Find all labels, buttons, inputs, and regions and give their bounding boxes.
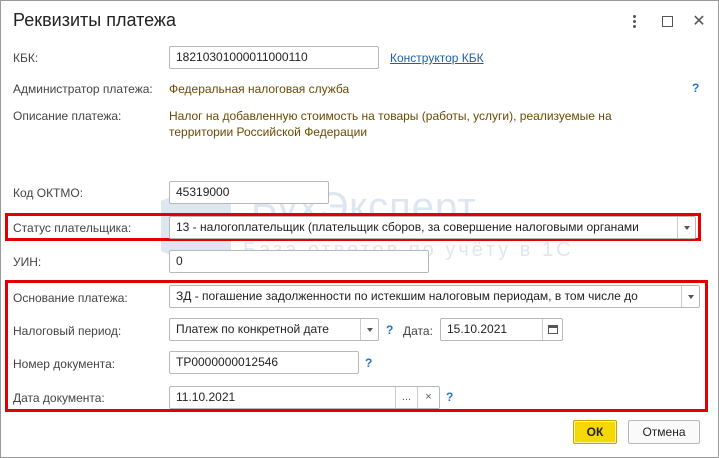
tax-period-date-label: Дата: <box>403 324 433 338</box>
kbk-value: 18210301000011000110 <box>176 50 308 64</box>
oktmo-value: 45319000 <box>176 185 230 199</box>
ok-button[interactable]: ОК <box>573 420 617 444</box>
kbk-constructor-link[interactable]: Конструктор КБК <box>390 51 484 65</box>
basis-value: ЗД - погашение задолженности по истекшим… <box>176 289 638 303</box>
kbk-label: КБК: <box>13 51 39 65</box>
description-value: Налог на добавленную стоимость на товары… <box>169 109 612 139</box>
admin-help-icon[interactable]: ? <box>692 81 699 95</box>
tax-period-value: Платеж по конкретной дате <box>176 322 329 336</box>
basis-dropdown-icon[interactable] <box>681 286 699 307</box>
payer-status-label: Статус плательщика: <box>13 221 132 235</box>
tax-period-date-input[interactable]: 15.10.2021 <box>440 318 563 341</box>
kbk-input[interactable]: 18210301000011000110 <box>169 46 379 69</box>
calendar-icon[interactable] <box>542 319 562 340</box>
basis-label: Основание платежа: <box>13 291 128 305</box>
admin-value: Федеральная налоговая служба <box>169 82 350 96</box>
doc-date-input[interactable]: 11.10.2021 ... × <box>169 386 440 409</box>
clear-icon[interactable]: × <box>417 387 439 408</box>
payer-status-value: 13 - налогоплательщик (плательщик сборов… <box>176 220 639 234</box>
doc-date-select-button[interactable]: ... <box>395 387 417 408</box>
more-menu-icon[interactable] <box>624 11 644 31</box>
doc-number-help-icon[interactable]: ? <box>365 356 372 370</box>
window-title: Реквизиты платежа <box>13 10 176 30</box>
doc-number-label: Номер документа: <box>13 357 116 371</box>
oktmo-input[interactable]: 45319000 <box>169 181 329 204</box>
uin-input[interactable]: 0 <box>169 250 429 273</box>
doc-number-value: ТР0000000012546 <box>176 355 279 369</box>
payer-status-dropdown-icon[interactable] <box>677 217 695 238</box>
doc-date-help-icon[interactable]: ? <box>446 390 453 404</box>
description-label: Описание платежа: <box>13 109 122 123</box>
admin-label: Администратор платежа: <box>13 82 153 96</box>
uin-label: УИН: <box>13 255 42 269</box>
tax-period-dropdown-icon[interactable] <box>360 319 378 340</box>
uin-value: 0 <box>176 254 183 268</box>
payer-status-select[interactable]: 13 - налогоплательщик (плательщик сборов… <box>169 216 696 239</box>
doc-number-input[interactable]: ТР0000000012546 <box>169 351 359 374</box>
tax-period-date-value: 15.10.2021 <box>447 322 508 336</box>
basis-select[interactable]: ЗД - погашение задолженности по истекшим… <box>169 285 700 308</box>
tax-period-help-icon[interactable]: ? <box>386 323 393 337</box>
doc-date-value: 11.10.2021 <box>176 390 236 404</box>
tax-period-label: Налоговый период: <box>13 324 122 338</box>
maximize-icon[interactable] <box>657 11 677 31</box>
tax-period-select[interactable]: Платеж по конкретной дате <box>169 318 379 341</box>
cancel-button[interactable]: Отмена <box>628 420 700 444</box>
close-icon[interactable]: ✕ <box>689 11 709 31</box>
payment-details-window: Реквизиты платежа ✕ БухЭксперт База отве… <box>0 0 719 458</box>
oktmo-label: Код ОКТМО: <box>13 186 84 200</box>
doc-date-label: Дата документа: <box>13 391 105 405</box>
